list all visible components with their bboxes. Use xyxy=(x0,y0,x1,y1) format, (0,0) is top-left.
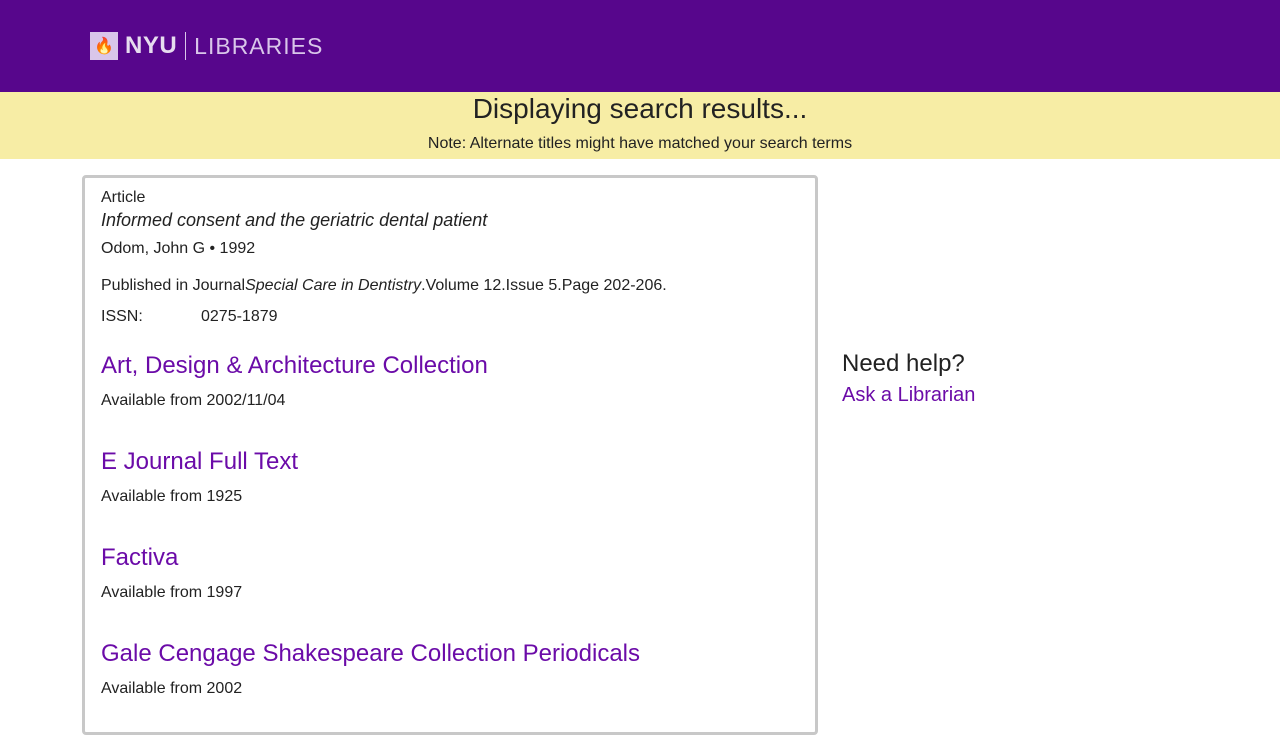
page-title: Displaying search results... xyxy=(472,93,808,124)
result-availability: Available from 1997 xyxy=(101,584,243,601)
result-item: Factiva Available from 1997 xyxy=(101,544,799,602)
record-issn: ISSN: 0275-1879 xyxy=(101,308,799,326)
record-publication: Published in JournalSpecial Care in Dent… xyxy=(101,277,799,295)
result-item: Art, Design & Architecture Collection Ava… xyxy=(101,352,799,410)
result-availability: Available from 2002 xyxy=(101,680,243,697)
result-link[interactable]: E Journal Full Text xyxy=(101,448,799,476)
banner-note: Note: Alternate titles might have matche… xyxy=(427,135,853,152)
record-author-year: Odom, John G • 1992 xyxy=(101,240,256,257)
header: 🔥 NYU LIBRARIES xyxy=(0,0,1280,92)
issn-label: ISSN: xyxy=(101,308,143,325)
logo-text: NYU xyxy=(125,32,178,59)
journal-name: Special Care in Dentistry xyxy=(245,277,422,294)
torch-icon: 🔥 xyxy=(90,32,118,60)
pub-prefix: Published in Journal xyxy=(101,277,246,294)
logo-divider xyxy=(185,32,187,60)
record-title: Informed consent and the geriatric denta… xyxy=(101,210,488,230)
help-heading: Need help? xyxy=(842,350,965,377)
ask-librarian-link[interactable]: Ask a Librarian xyxy=(842,384,975,407)
record-type: Article xyxy=(101,189,146,206)
result-availability: Available from 1925 xyxy=(101,488,243,505)
status-banner: Displaying search results... Note: Alter… xyxy=(0,92,1280,159)
help-sidebar: Need help? Ask a Librarian xyxy=(842,350,975,407)
result-item: E Journal Full Text Available from 1925 xyxy=(101,448,799,506)
result-link[interactable]: Gale Cengage Shakespeare Collection Peri… xyxy=(101,640,799,668)
result-link[interactable]: Factiva xyxy=(101,544,799,572)
nyu-libraries-logo[interactable]: 🔥 NYU LIBRARIES xyxy=(90,32,323,60)
logo-sub: LIBRARIES xyxy=(194,32,324,59)
issn-value: 0275-1879 xyxy=(201,308,278,325)
pub-suffix: .Volume 12.Issue 5.Page 202-206. xyxy=(421,277,667,294)
result-item: Gale Cengage Shakespeare Collection Peri… xyxy=(101,640,799,698)
record-card: Article Informed consent and the geriatr… xyxy=(82,175,818,735)
result-link[interactable]: Art, Design & Architecture Collection xyxy=(101,352,799,380)
result-availability: Available from 2002/11/04 xyxy=(101,392,286,409)
